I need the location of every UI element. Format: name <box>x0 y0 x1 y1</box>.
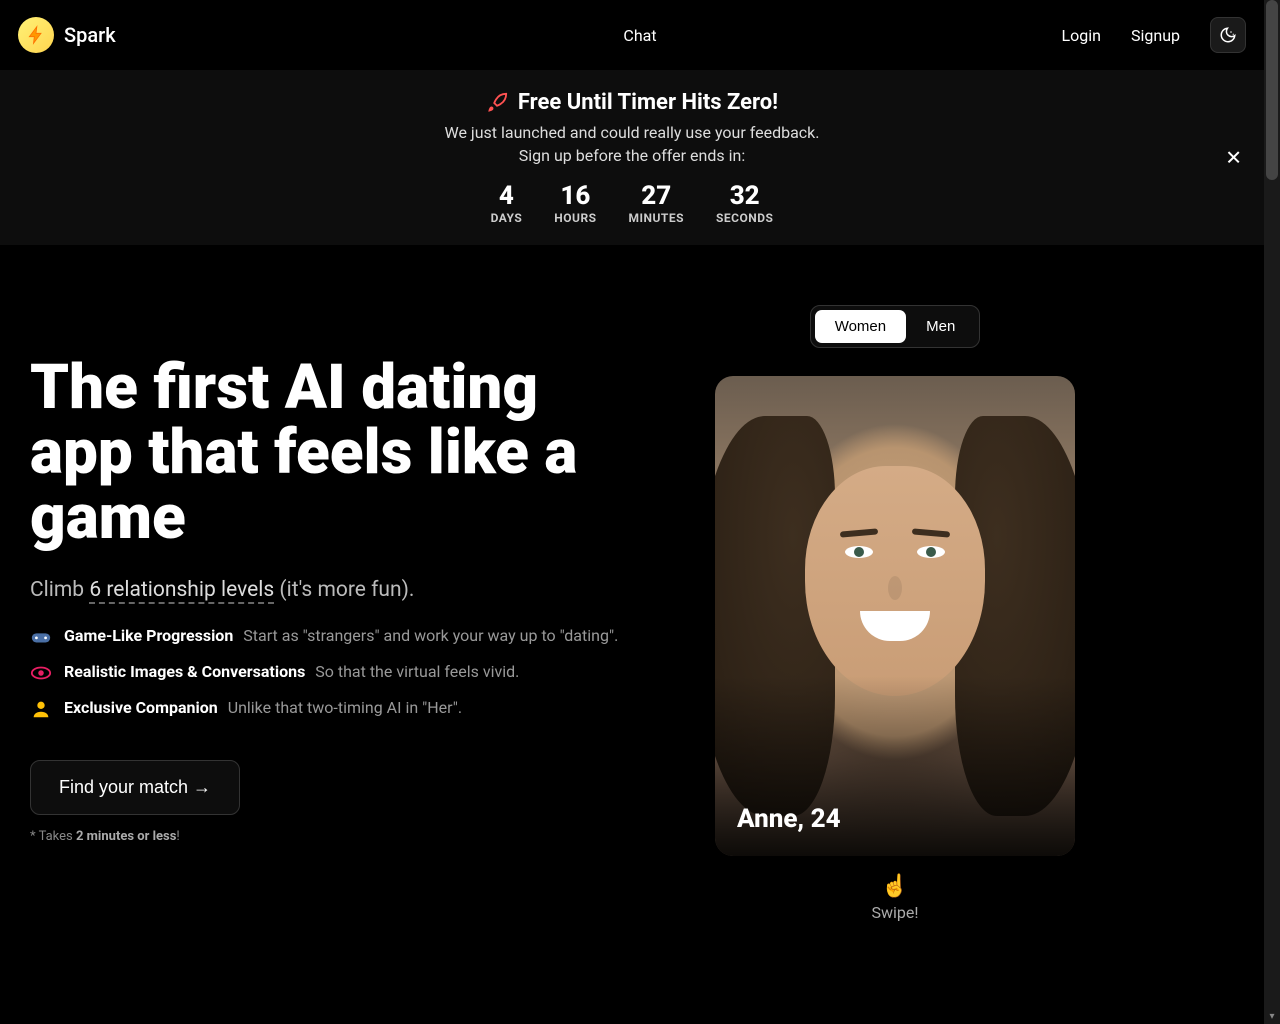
swipe-label: Swipe! <box>871 903 918 922</box>
feature-text: Game-Like Progression Start as "stranger… <box>64 626 618 645</box>
hero-right: Women Men Anne, 24 ☝ Swipe! <box>670 305 1120 922</box>
close-icon: ✕ <box>1225 147 1242 169</box>
toggle-women[interactable]: Women <box>815 310 906 343</box>
brand-name: Spark <box>64 23 116 47</box>
cta-note-pre: * Takes <box>30 829 76 844</box>
swipe-hint: ☝ Swipe! <box>670 874 1120 922</box>
nav-right: Login Signup <box>1062 17 1246 53</box>
scrollbar[interactable]: ▴ ▾ <box>1264 0 1280 1024</box>
feature-desc: Unlike that two-timing AI in "Her". <box>228 698 462 717</box>
header: Spark Chat Login Signup <box>0 0 1264 70</box>
countdown-seconds-value: 32 <box>716 181 773 211</box>
nav-chat-link[interactable]: Chat <box>623 26 656 45</box>
countdown: 4 DAYS 16 HOURS 27 MINUTES 32 SECONDS <box>30 181 1234 225</box>
gender-toggle: Women Men <box>670 305 1120 348</box>
countdown-days: 4 DAYS <box>491 181 523 225</box>
profile-card[interactable]: Anne, 24 <box>715 376 1075 856</box>
hero-subtitle: Climb 6 relationship levels (it's more f… <box>30 578 630 602</box>
logo[interactable]: Spark <box>18 17 116 53</box>
countdown-days-label: DAYS <box>491 211 523 225</box>
scroll-down-icon[interactable]: ▾ <box>1266 1010 1278 1022</box>
gamepad-icon <box>30 626 52 648</box>
hero-subtitle-underline[interactable]: 6 relationship levels <box>89 578 274 604</box>
countdown-minutes-label: MINUTES <box>629 211 684 225</box>
countdown-minutes: 27 MINUTES <box>629 181 684 225</box>
feature-desc: Start as "strangers" and work your way u… <box>243 626 618 645</box>
nav-center: Chat <box>623 26 656 45</box>
eye-icon <box>30 662 52 684</box>
promo-banner: Free Until Timer Hits Zero! We just laun… <box>0 70 1264 245</box>
cta-note-post: ! <box>176 829 179 844</box>
banner-cta-line: Sign up before the offer ends in: <box>30 146 1234 165</box>
toggle-group: Women Men <box>810 305 981 348</box>
banner-subtitle: We just launched and could really use yo… <box>30 123 1234 142</box>
cta-note: * Takes 2 minutes or less! <box>30 829 630 844</box>
hero-section: The first AI dating app that feels like … <box>0 245 1264 952</box>
profile-name-age: Anne, 24 <box>737 804 841 834</box>
hero-subtitle-pre: Climb <box>30 578 89 602</box>
feature-title: Exclusive Companion <box>64 698 218 717</box>
moon-icon <box>1219 26 1237 44</box>
feature-text: Exclusive Companion Unlike that two-timi… <box>64 698 462 717</box>
banner-close-button[interactable]: ✕ <box>1225 145 1242 170</box>
cta-note-bold: 2 minutes or less <box>76 829 176 844</box>
feature-title: Realistic Images & Conversations <box>64 662 305 681</box>
feature-text: Realistic Images & Conversations So that… <box>64 662 519 681</box>
countdown-seconds: 32 SECONDS <box>716 181 773 225</box>
countdown-days-value: 4 <box>491 181 523 211</box>
person-icon <box>30 698 52 720</box>
rocket-icon <box>486 92 508 114</box>
pointing-hand-icon: ☝ <box>670 874 1120 899</box>
countdown-seconds-label: SECONDS <box>716 211 773 225</box>
theme-toggle-button[interactable] <box>1210 17 1246 53</box>
find-match-button[interactable]: Find your match → <box>30 760 240 815</box>
feature-item-exclusive: Exclusive Companion Unlike that two-timi… <box>30 698 630 720</box>
banner-title: Free Until Timer Hits Zero! <box>518 90 778 115</box>
toggle-men[interactable]: Men <box>906 310 975 343</box>
feature-item-progression: Game-Like Progression Start as "stranger… <box>30 626 630 648</box>
spark-logo-icon <box>18 17 54 53</box>
hero-subtitle-post: (it's more fun). <box>274 578 414 602</box>
feature-desc: So that the virtual feels vivid. <box>315 662 519 681</box>
countdown-minutes-value: 27 <box>629 181 684 211</box>
countdown-hours: 16 HOURS <box>554 181 596 225</box>
hero-left: The first AI dating app that feels like … <box>30 305 630 922</box>
nav-login-link[interactable]: Login <box>1062 26 1101 45</box>
scrollbar-thumb[interactable] <box>1266 0 1278 180</box>
feature-title: Game-Like Progression <box>64 626 233 645</box>
countdown-hours-value: 16 <box>554 181 596 211</box>
banner-title-row: Free Until Timer Hits Zero! <box>30 90 1234 115</box>
feature-item-realistic: Realistic Images & Conversations So that… <box>30 662 630 684</box>
nav-signup-link[interactable]: Signup <box>1131 26 1180 45</box>
countdown-hours-label: HOURS <box>554 211 596 225</box>
hero-title: The first AI dating app that feels like … <box>30 355 630 550</box>
feature-list: Game-Like Progression Start as "stranger… <box>30 626 630 720</box>
